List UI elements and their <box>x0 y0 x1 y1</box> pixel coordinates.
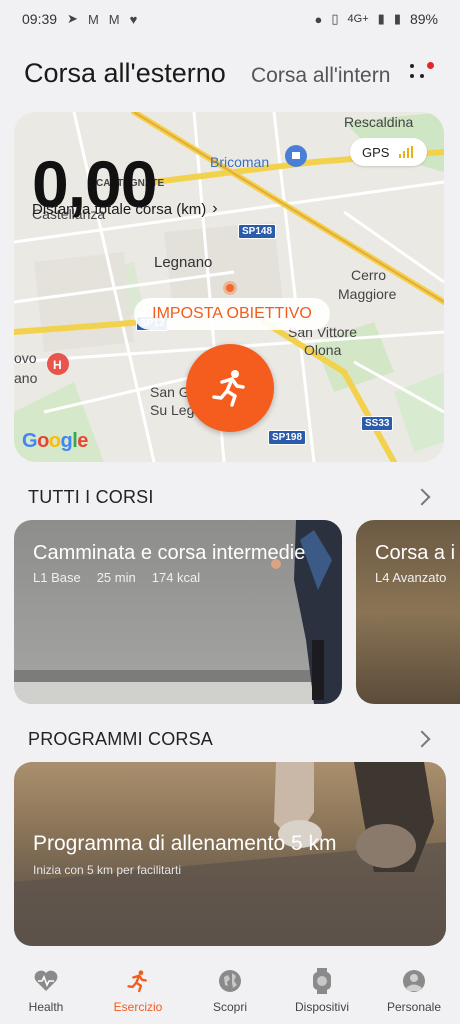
nav-item-exercise[interactable]: Esercizio <box>92 960 184 1024</box>
total-distance-label: Distanza totale corsa (km) <box>32 200 207 218</box>
globe-icon <box>217 968 243 994</box>
course-title: Camminata e corsa intermedie <box>33 542 306 564</box>
programs-header[interactable]: PROGRAMMI CORSA <box>28 724 438 754</box>
set-goal-button[interactable]: IMPOSTA OBIETTIVO <box>134 298 330 330</box>
health-icon <box>33 968 59 994</box>
watch-icon <box>309 968 335 994</box>
map-label-legnano: Legnano <box>154 254 213 271</box>
notification-dot <box>427 62 434 69</box>
nav-item-label: Scopri <box>212 1000 247 1014</box>
course-meta: L4 Avanzato <box>375 570 446 585</box>
google-logo: Google <box>22 430 88 452</box>
nav-item-label: Personale <box>386 1000 442 1014</box>
tab-outdoor-run[interactable]: Corsa all'esterno <box>24 58 226 89</box>
map-card[interactable]: H Rescaldina Bricoman CASTEGNATE Castell… <box>14 112 444 462</box>
map-label-ano: ano <box>14 370 38 386</box>
map-label-cerro: Cerro <box>351 267 387 283</box>
all-courses-header[interactable]: TUTTI I CORSI <box>28 482 438 512</box>
svg-text:H: H <box>53 358 62 372</box>
course-card[interactable]: Corsa a i L4 Avanzato <box>356 520 460 704</box>
bottom-navigation: Health Esercizio Scopri Dispositivi Pers… <box>0 960 460 1024</box>
course-duration: 25 min <box>96 570 136 585</box>
person-icon <box>401 968 427 994</box>
total-distance-link[interactable]: Distanza totale corsa (km) › <box>32 200 218 218</box>
road-badge-sp148: SP148 <box>238 224 277 239</box>
status-time: 09:39 <box>22 11 58 27</box>
course-title: Corsa a i <box>375 542 456 564</box>
programs-title: PROGRAMMI CORSA <box>28 728 214 749</box>
road-badge-sp198: SP198 <box>268 430 307 445</box>
gps-label: GPS <box>362 144 390 160</box>
battery-icon: ▮ <box>393 11 401 26</box>
all-courses-title: TUTTI I CORSI <box>28 486 154 507</box>
network-type: 4G+ <box>347 13 369 25</box>
header: Corsa all'esterno Corsa all'intern <box>0 52 460 98</box>
signal-icon: ▮ <box>377 11 385 26</box>
status-bar: 09:39 ➤ M M ♥ ● ▯ 4G+ ▮ ▮ 89% <box>0 0 460 38</box>
course-card[interactable]: Camminata e corsa intermedie L1 Base 25 … <box>14 520 342 704</box>
nav-item-health[interactable]: Health <box>0 960 92 1024</box>
start-run-button[interactable] <box>186 344 274 432</box>
vibrate-icon: ▯ <box>331 11 339 26</box>
program-title: Programma di allenamento 5 km <box>33 832 337 855</box>
gmail-icon: M <box>108 11 120 27</box>
nav-item-label: Dispositivi <box>294 1000 349 1014</box>
map-label-san-g: San G <box>150 384 190 400</box>
program-card[interactable]: Programma di allenamento 5 km Inizia con… <box>14 762 446 946</box>
gmail-icon: M <box>87 11 99 27</box>
tab-indoor-run[interactable]: Corsa all'intern <box>251 64 391 88</box>
map-label-su-leg: Su Leg <box>150 402 195 418</box>
road-badge-ss33: SS33 <box>361 416 394 431</box>
map-label-bricoman: Bricoman <box>210 154 270 170</box>
chevron-right-icon <box>413 730 431 748</box>
nav-item-personal[interactable]: Personale <box>368 960 460 1024</box>
nav-item-label: Esercizio <box>113 1000 163 1014</box>
nav-item-label: Health <box>28 1000 64 1014</box>
program-subtitle: Inizia con 5 km per facilitarti <box>33 863 182 877</box>
nav-item-devices[interactable]: Dispositivi <box>276 960 368 1024</box>
gps-status-badge: GPS <box>350 138 427 166</box>
course-meta: L1 Base 25 min 174 kcal <box>33 570 200 585</box>
course-level: L1 Base <box>33 570 81 585</box>
location-icon: ● <box>314 11 323 27</box>
map-label-ovo: ovo <box>14 350 37 366</box>
more-menu-icon[interactable] <box>402 60 436 94</box>
course-kcal: 174 kcal <box>151 570 201 585</box>
map-label-olona: Olona <box>304 342 342 358</box>
nav-item-discover[interactable]: Scopri <box>184 960 276 1024</box>
telegram-icon: ➤ <box>67 11 78 26</box>
map-label-rescaldina: Rescaldina <box>344 114 414 130</box>
map-label-maggiore: Maggiore <box>338 286 397 302</box>
course-level: L4 Avanzato <box>375 570 447 585</box>
chevron-right-icon <box>413 488 431 506</box>
chevron-right-icon: › <box>212 200 218 217</box>
battery-percent: 89% <box>409 11 438 27</box>
heart-icon: ♥ <box>129 11 138 27</box>
gps-signal-icon <box>399 146 414 158</box>
running-icon <box>212 370 245 407</box>
running-icon <box>125 968 151 994</box>
